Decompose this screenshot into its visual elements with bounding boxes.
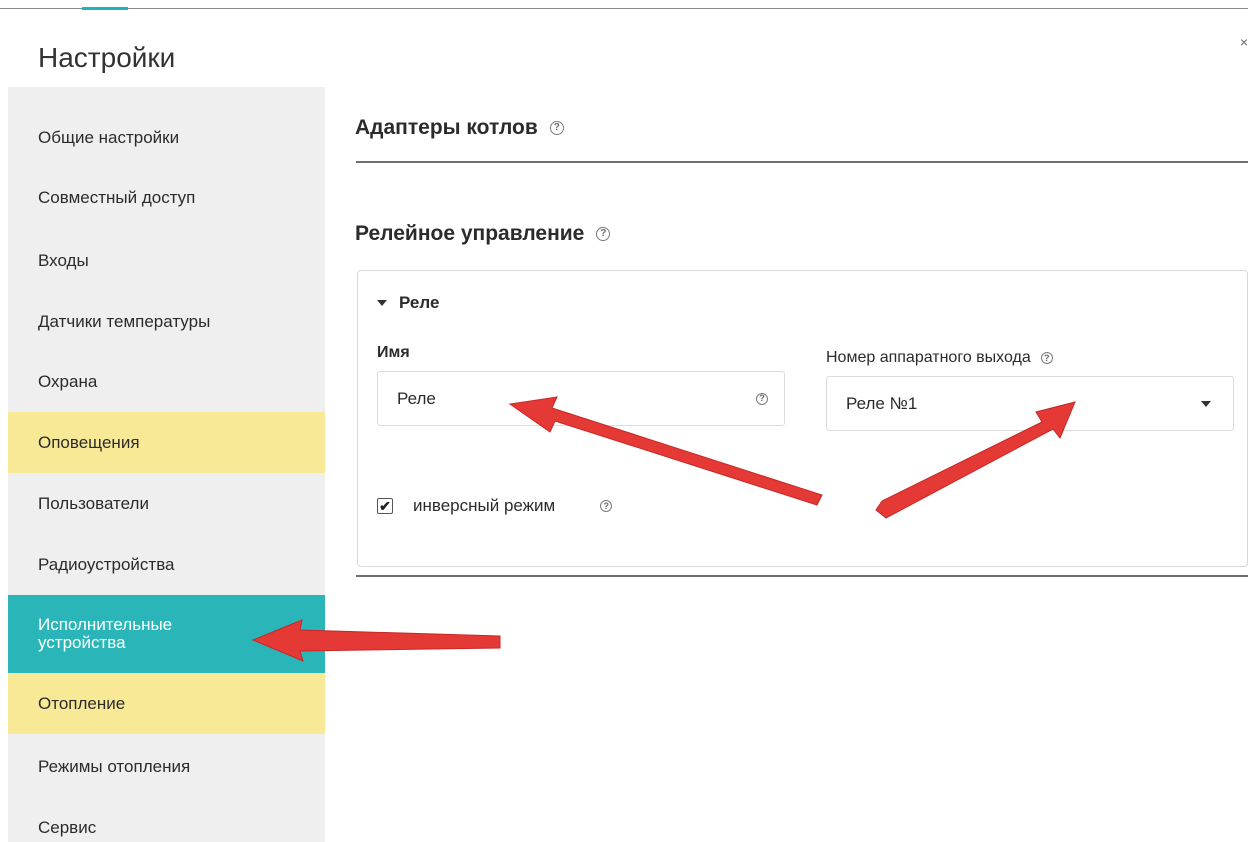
sidebar-item-actuators[interactable]: Исполнительные устройства xyxy=(8,595,325,673)
sidebar-item-label: Пользователи xyxy=(38,493,149,513)
sidebar-item-label: Отопление xyxy=(38,693,126,713)
sidebar-item-security[interactable]: Охрана xyxy=(8,351,325,412)
sidebar-item-general[interactable]: Общие настройки xyxy=(8,107,325,168)
output-select-value: Реле №1 xyxy=(846,393,918,413)
inverse-mode-label: инверсный режим xyxy=(413,496,556,515)
name-label-text: Имя xyxy=(377,344,410,361)
sidebar-item-label: Датчики температуры xyxy=(38,311,211,331)
name-input-value: Реле xyxy=(397,388,436,408)
settings-sidebar: Общие настройки Совместный доступ Входы … xyxy=(8,87,325,842)
check-icon: ✔ xyxy=(379,498,391,514)
sidebar-item-service[interactable]: Сервис xyxy=(8,797,325,842)
sidebar-item-label: Исполнительные устройства xyxy=(38,615,173,652)
relay-card-toggle[interactable]: Реле xyxy=(377,293,439,313)
sidebar-item-label: Совместный доступ xyxy=(38,187,196,207)
sidebar-item-label: Оповещения xyxy=(38,432,140,452)
section-divider-bottom xyxy=(356,575,1248,577)
help-icon[interactable]: ? xyxy=(549,121,564,135)
inverse-mode-checkbox[interactable]: ✔ xyxy=(377,498,393,514)
section-divider xyxy=(356,161,1248,163)
relay-card-title: Реле xyxy=(399,293,440,312)
output-label-text: Номер аппаратного выхода xyxy=(826,349,1031,366)
inverse-mode-row: ✔ инверсный режим ? xyxy=(377,496,613,516)
sidebar-item-temperature-sensors[interactable]: Датчики температуры xyxy=(8,291,325,352)
sidebar-item-sharing[interactable]: Совместный доступ xyxy=(8,167,325,228)
sidebar-item-label: Режимы отопления xyxy=(38,756,191,776)
name-input[interactable]: Реле ? xyxy=(377,371,785,426)
help-icon[interactable]: ? xyxy=(600,500,613,512)
sidebar-item-label: Общие настройки xyxy=(38,127,180,147)
chevron-down-icon xyxy=(1201,400,1211,407)
help-icon[interactable]: ? xyxy=(596,227,611,241)
top-divider xyxy=(0,8,1248,9)
sidebar-item-notifications[interactable]: Оповещения xyxy=(8,412,325,473)
help-icon[interactable]: ? xyxy=(756,392,768,405)
sidebar-item-heating[interactable]: Отопление xyxy=(8,673,325,734)
boiler-adapters-heading: Адаптеры котлов ? xyxy=(355,116,564,140)
sidebar-item-label: Радиоустройства xyxy=(38,554,175,574)
top-accent-bar xyxy=(82,7,128,10)
sidebar-item-users[interactable]: Пользователи xyxy=(8,473,325,534)
sidebar-item-heating-modes[interactable]: Режимы отопления xyxy=(8,736,325,797)
close-icon[interactable]: × xyxy=(1240,34,1248,50)
help-icon[interactable]: ? xyxy=(1040,352,1053,364)
name-field-label: Имя xyxy=(377,344,410,362)
page-title: Настройки xyxy=(38,42,176,73)
caret-down-icon xyxy=(377,300,387,306)
settings-page: Настройки × Общие настройки Совместный д… xyxy=(0,0,1248,842)
sidebar-item-inputs[interactable]: Входы xyxy=(8,230,325,291)
output-field-label: Номер аппаратного выхода ? xyxy=(826,349,1053,367)
sidebar-item-label: Охрана xyxy=(38,371,98,391)
sidebar-item-radio-devices[interactable]: Радиоустройства xyxy=(8,534,325,595)
relay-control-heading: Релейное управление ? xyxy=(355,222,611,246)
sidebar-item-label: Сервис xyxy=(38,817,97,837)
output-select[interactable]: Реле №1 xyxy=(826,376,1234,431)
sidebar-item-label: Входы xyxy=(38,250,89,270)
boiler-adapters-title: Адаптеры котлов xyxy=(355,116,538,139)
relay-control-title: Релейное управление xyxy=(355,222,585,245)
